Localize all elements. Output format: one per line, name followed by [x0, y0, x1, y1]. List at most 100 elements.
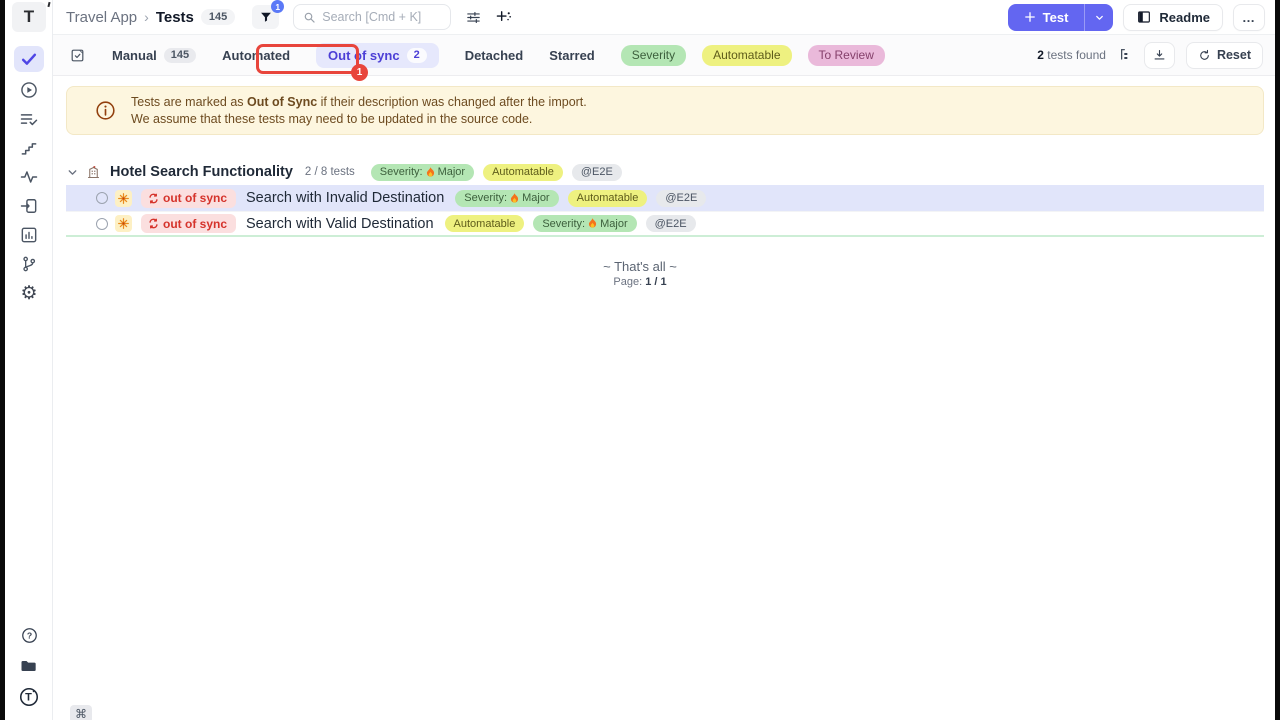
test-tag-badge[interactable]: @E2E [656, 190, 706, 207]
app-logo[interactable]: T [12, 2, 46, 32]
sync-arrows-icon [148, 193, 159, 204]
tab-out-of-sync-count: 2 [407, 48, 427, 63]
banner-text: Tests are marked as Out of Sync if their… [131, 94, 587, 128]
severity-prefix: Severity: [542, 218, 585, 230]
more-options-button[interactable]: … [1233, 4, 1265, 31]
suite-row: Hotel Search Functionality 2 / 8 tests S… [66, 161, 1264, 183]
test-row[interactable]: out of sync Search with Valid Destinatio… [66, 211, 1264, 237]
suite-tag-badge[interactable]: @E2E [572, 164, 622, 181]
sidebar-item-pulse[interactable] [14, 166, 44, 188]
tab-manual-label: Manual [112, 48, 157, 63]
sidebar-item-help[interactable]: ? [14, 624, 44, 646]
sidebar-item-plans[interactable] [14, 108, 44, 130]
test-status-radio[interactable] [96, 192, 108, 204]
sidebar-item-settings[interactable]: ⚙ [14, 282, 44, 304]
sidebar-item-tests[interactable] [14, 46, 44, 72]
sidebar-item-runs[interactable] [14, 79, 44, 101]
test-severity-badge[interactable]: Severity:Major [455, 190, 558, 207]
annotation-step-badge: 1 [351, 64, 368, 81]
sidebar-item-import[interactable] [14, 195, 44, 217]
test-automatable-badge[interactable]: Automatable [445, 215, 525, 232]
tune-button[interactable] [465, 9, 482, 26]
chip-to-review[interactable]: To Review [808, 45, 885, 66]
brand-t-icon: T [18, 686, 40, 708]
suite-automatable-badge[interactable]: Automatable [483, 164, 563, 181]
sidebar-item-branches[interactable] [14, 253, 44, 275]
tab-starred[interactable]: Starred [549, 48, 595, 63]
flame-icon [588, 218, 597, 229]
test-tag-badge[interactable]: @E2E [646, 215, 696, 232]
chart-box-icon [19, 225, 39, 245]
flame-icon [510, 193, 519, 204]
sidebar-item-brand[interactable]: T [14, 686, 44, 708]
end-of-list-text: ~ That's all ~ [0, 259, 1280, 274]
test-severity-badge[interactable]: Severity:Major [533, 215, 636, 232]
funnel-icon [259, 10, 273, 24]
readme-button[interactable]: Readme [1123, 4, 1223, 31]
pagination-text: Page: 1 / 1 [0, 276, 1280, 288]
suite-badges: Severity:Major Automatable @E2E [371, 164, 622, 181]
ai-assist-button[interactable] [496, 9, 513, 26]
sidebar-item-docs[interactable] [14, 655, 44, 677]
view-mode-button[interactable] [69, 47, 86, 64]
export-button[interactable] [1144, 42, 1175, 69]
tab-manual-count: 145 [164, 48, 196, 63]
sync-arrows-icon [148, 218, 159, 229]
chevron-expand-icon[interactable] [66, 166, 79, 179]
out-of-sync-badge: out of sync [141, 189, 236, 208]
command-key-badge[interactable]: ⌘ [70, 705, 92, 720]
help-icon: ? [20, 626, 39, 645]
logo-tick [47, 2, 50, 7]
test-title[interactable]: Search with Invalid Destination [246, 190, 444, 206]
create-test-dropdown[interactable] [1084, 4, 1113, 31]
plus-sparkle-icon [496, 9, 513, 26]
filter-button[interactable]: 1 [252, 5, 279, 29]
test-automatable-badge[interactable]: Automatable [568, 190, 648, 207]
info-banner: Tests are marked as Out of Sync if their… [66, 86, 1264, 135]
tab-manual[interactable]: Manual 145 [112, 48, 196, 63]
chip-automatable[interactable]: Automatable [702, 45, 791, 66]
sidebar-item-steps[interactable] [14, 137, 44, 159]
test-title[interactable]: Search with Valid Destination [246, 216, 434, 232]
suite-title[interactable]: Hotel Search Functionality [110, 164, 293, 180]
topbar-actions: Test Readme … [1008, 4, 1265, 31]
search-input[interactable] [322, 10, 437, 24]
banner-line1-pre: Tests are marked as [131, 95, 247, 109]
reset-button[interactable]: Reset [1186, 42, 1263, 69]
suite-severity-badge[interactable]: Severity:Major [371, 164, 474, 181]
svg-text:T: T [25, 692, 32, 704]
ellipsis-icon: … [1242, 10, 1256, 25]
page-title: Tests [156, 9, 194, 26]
tab-automated[interactable]: Automated [222, 48, 290, 63]
test-row[interactable]: out of sync Search with Invalid Destinat… [66, 185, 1264, 211]
banner-line1: Tests are marked as Out of Sync if their… [131, 94, 587, 111]
results-count: 2 tests found [1037, 48, 1106, 62]
filter-count-badge: 1 [271, 0, 284, 13]
tab-detached[interactable]: Detached [465, 48, 524, 63]
spark-icon [115, 215, 132, 232]
tab-out-of-sync[interactable]: Out of sync 2 [316, 43, 439, 68]
chevron-down-icon [1094, 12, 1105, 23]
sidebar-item-reports[interactable] [14, 224, 44, 246]
create-test-button[interactable]: Test [1008, 4, 1085, 31]
sidebar-nav: ⚙ [5, 46, 53, 304]
screen-edge-right [1275, 0, 1280, 720]
refresh-icon [1198, 49, 1211, 62]
tree-view-button[interactable] [1117, 47, 1133, 63]
tabs-right-actions: 2 tests found Reset [1037, 42, 1263, 69]
severity-value: Major [522, 192, 550, 204]
pagination-value: 1 / 1 [645, 276, 666, 288]
breadcrumb-separator: › [144, 9, 149, 25]
create-test-split-button: Test [1008, 4, 1114, 31]
results-count-label: tests found [1047, 48, 1106, 62]
hierarchy-icon [1117, 47, 1133, 63]
chip-severity[interactable]: Severity [621, 45, 686, 66]
filter-tabs-bar: Manual 145 Automated Out of sync 2 Detac… [53, 35, 1275, 76]
breadcrumb-project[interactable]: Travel App [66, 9, 137, 26]
command-icon: ⌘ [75, 707, 87, 720]
test-status-radio[interactable] [96, 218, 108, 230]
sidebar-bottom: ? T [5, 624, 53, 708]
list-check-icon [19, 109, 39, 129]
search-box[interactable] [293, 4, 451, 30]
flame-icon [426, 167, 435, 178]
